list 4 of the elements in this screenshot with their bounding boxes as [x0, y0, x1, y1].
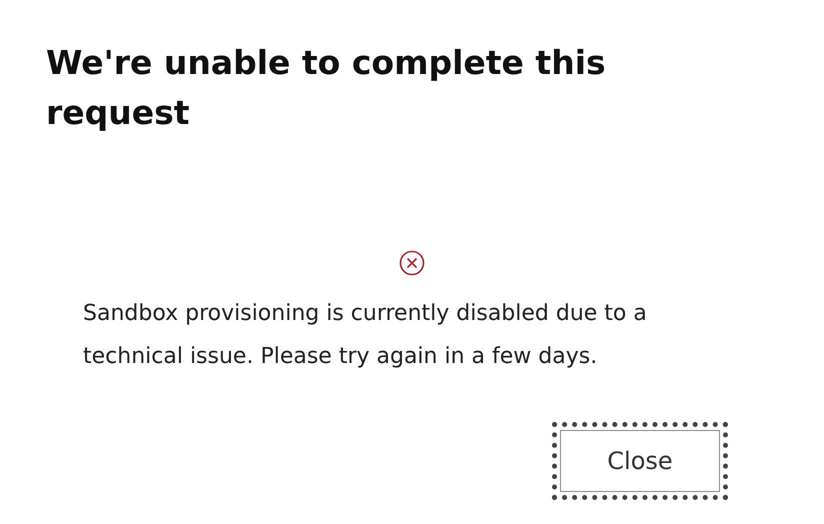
error-icon	[399, 250, 425, 276]
dialog-title: We're unable to complete this request	[46, 42, 607, 134]
close-button[interactable]: Close	[560, 430, 720, 492]
error-message: Sandbox provisioning is currently disabled due to a technical issue. Please try again in a few days.	[83, 300, 648, 371]
